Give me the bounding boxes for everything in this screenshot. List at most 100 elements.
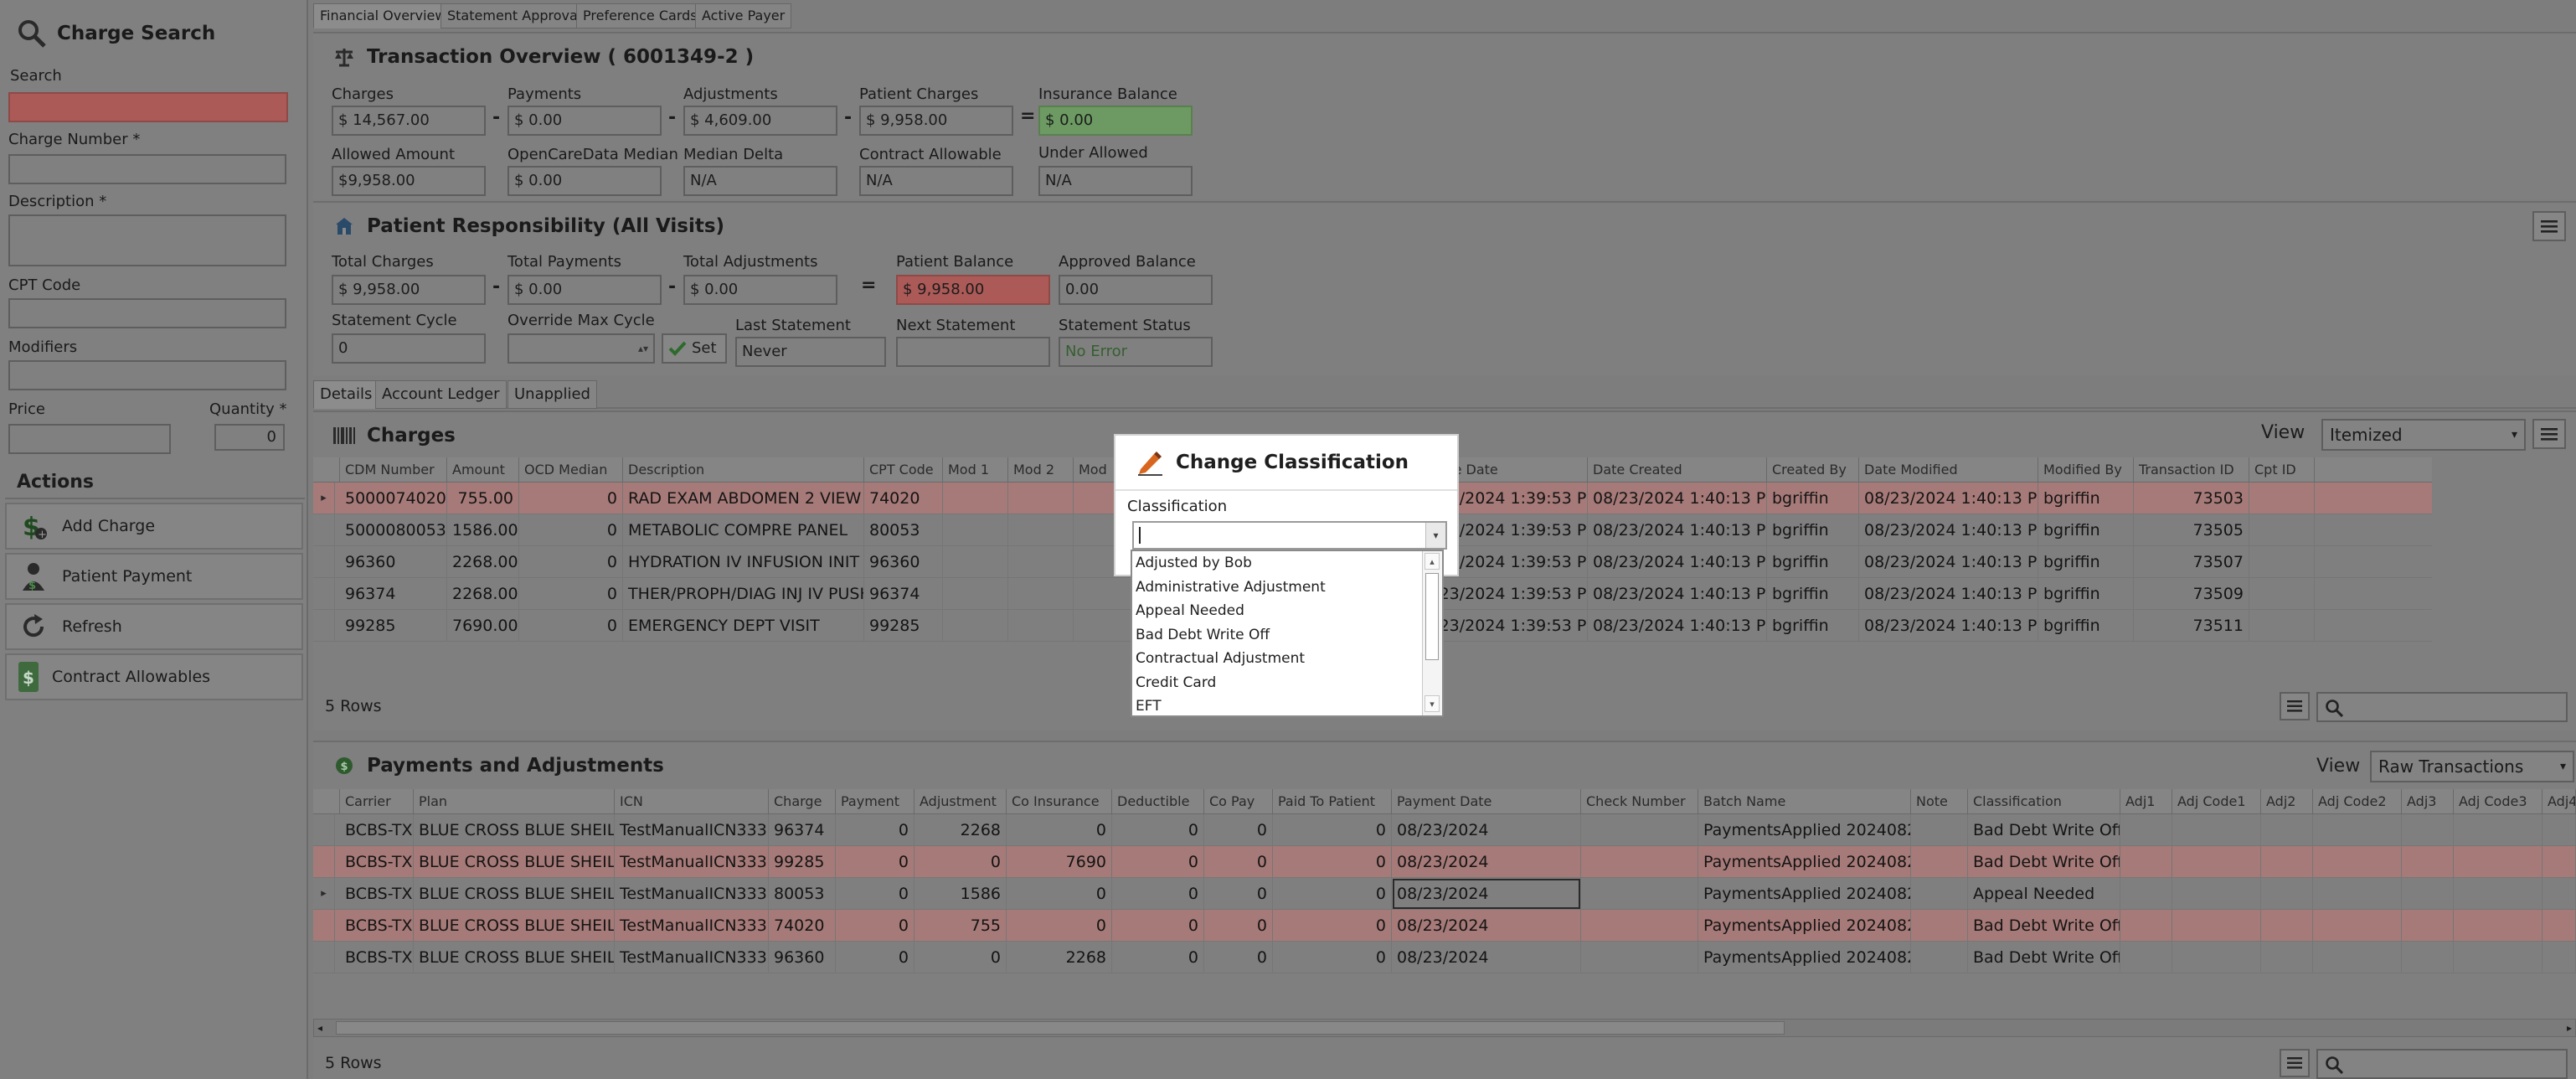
payments-view-select[interactable]: Raw Transactions ▾ [2370,751,2574,782]
col-adj-code2[interactable]: Adj Code2 [2313,789,2402,814]
responsibility-menu-button[interactable] [2532,211,2566,241]
description-input[interactable] [8,214,286,266]
statement-status-field[interactable]: No Error [1059,337,1213,367]
last-statement-field[interactable]: Never [735,337,886,367]
table-row[interactable]: BCBS-TX BLUE CROSS BLUE SHEILD TestManualI… [313,910,2576,942]
ocd-median-field[interactable]: $ 0.00 [507,166,662,196]
chevron-down-icon[interactable]: ▾ [1425,523,1445,548]
payments-grid-menu-button[interactable] [2280,1049,2310,1077]
row-selector[interactable] [313,546,335,578]
option-credit-card[interactable]: Credit Card [1132,671,1422,694]
patient-charges-field[interactable]: $ 9,958.00 [859,106,1013,136]
cpt-code-input[interactable] [8,298,286,328]
col-paid-to-patient[interactable]: Paid To Patient [1273,789,1392,814]
col-adj4[interactable]: Adj4 [2543,789,2576,814]
col-adj-code3[interactable]: Adj Code3 [2454,789,2543,814]
tab-details[interactable]: Details [313,380,379,409]
charges-menu-button[interactable] [2532,419,2566,449]
row-selector[interactable] [313,942,335,973]
total-payments-field[interactable]: $ 0.00 [507,275,662,305]
row-selector[interactable] [313,814,335,846]
scroll-left-icon[interactable]: ◂ [317,1020,322,1036]
col-modified-by[interactable]: Modified By [2038,457,2134,483]
contract-allowable-field[interactable]: N/A [859,166,1013,196]
row-selector[interactable]: ▸ [313,878,335,910]
next-statement-field[interactable] [896,337,1050,367]
charges-field[interactable]: $ 14,567.00 [332,106,486,136]
tab-account-ledger[interactable]: Account Ledger [375,380,507,409]
scroll-right-icon[interactable]: ▸ [2567,1020,2572,1036]
row-selector[interactable] [313,610,335,642]
charges-search-input[interactable] [2316,692,2568,722]
tab-statement-approval[interactable]: Statement Approval [440,3,589,28]
col-adj1[interactable]: Adj1 [2120,789,2172,814]
table-row[interactable]: BCBS-TX BLUE CROSS BLUE SHEILD TestManualI… [313,942,2576,973]
col-payment[interactable]: Payment [836,789,914,814]
col-description[interactable]: Description [623,457,864,483]
option-eft[interactable]: EFT [1132,694,1422,718]
col-payment-date[interactable]: Payment Date [1392,789,1581,814]
patient-balance-field[interactable]: $ 9,958.00 [896,275,1050,305]
allowed-amount-field[interactable]: $9,958.00 [332,166,486,196]
quantity-stepper[interactable]: 0 [214,424,285,451]
row-selector[interactable] [313,578,335,610]
statement-cycle-field[interactable]: 0 [332,333,486,364]
contract-allowables-button[interactable]: $ Contract Allowables [5,653,303,700]
option-bad-debt-write-off[interactable]: Bad Debt Write Off [1132,623,1422,647]
total-adjustments-field[interactable]: $ 0.00 [683,275,837,305]
charge-number-input[interactable] [8,154,286,184]
col-carrier[interactable]: Carrier [340,789,414,814]
payments-horizontal-scrollbar[interactable]: ◂ ▸ [313,1019,2576,1037]
table-row[interactable]: ▸ BCBS-TX BLUE CROSS BLUE SHEILD TestManual… [313,878,2576,910]
col-cpt-id[interactable]: Cpt ID [2249,457,2315,483]
table-row[interactable]: BCBS-TX BLUE CROSS BLUE SHEILD TestManualI… [313,846,2576,878]
col-mod-2[interactable]: Mod 2 [1008,457,1074,483]
col-adj-code1[interactable]: Adj Code1 [2172,789,2261,814]
col-adjustment[interactable]: Adjustment [914,789,1007,814]
col-co-insurance[interactable]: Co Insurance [1007,789,1112,814]
col-icn[interactable]: ICN [615,789,769,814]
charges-grid-menu-button[interactable] [2280,692,2310,720]
payments-field[interactable]: $ 0.00 [507,106,662,136]
tab-active-payer[interactable]: Active Payer [695,3,792,28]
override-max-cycle-select[interactable]: ▴▾ [507,333,655,364]
col-mod-1[interactable]: Mod 1 [943,457,1008,483]
scroll-up-icon[interactable]: ▴ [1425,553,1440,570]
classification-combobox[interactable]: ▾ [1132,521,1447,550]
patient-payment-button[interactable]: $ Patient Payment [5,553,303,600]
add-charge-button[interactable]: $ + Add Charge [5,503,303,550]
option-adjusted-by-bob[interactable]: Adjusted by Bob [1132,551,1422,575]
col-transaction-id[interactable]: Transaction ID [2134,457,2249,483]
col-cdm-number[interactable]: CDM Number [340,457,447,483]
payments-search-input[interactable] [2316,1049,2568,1079]
col-adj2[interactable]: Adj2 [2261,789,2313,814]
option-appeal-needed[interactable]: Appeal Needed [1132,599,1422,622]
col-amount[interactable]: Amount [447,457,519,483]
scroll-down-icon[interactable]: ▾ [1425,695,1440,712]
row-selector[interactable] [313,910,335,942]
option-administrative-adjustment[interactable]: Administrative Adjustment [1132,576,1422,599]
col-deductible[interactable]: Deductible [1112,789,1204,814]
table-row[interactable]: BCBS-TX BLUE CROSS BLUE SHEILD TestManualI… [313,814,2576,846]
col-note[interactable]: Note [1911,789,1968,814]
col-ocd-median[interactable]: OCD Median [519,457,623,483]
search-input[interactable] [8,92,288,122]
col-co-pay[interactable]: Co Pay [1204,789,1273,814]
adjustments-field[interactable]: $ 4,609.00 [683,106,837,136]
set-button[interactable]: Set [662,333,727,364]
price-input[interactable] [8,424,171,454]
col-classification[interactable]: Classification [1968,789,2120,814]
col-charge[interactable]: Charge [769,789,836,814]
tab-unapplied[interactable]: Unapplied [507,380,597,409]
row-selector[interactable] [313,514,335,546]
approved-balance-field[interactable]: 0.00 [1059,275,1213,305]
scrollbar-thumb[interactable] [336,1021,1785,1035]
refresh-button[interactable]: Refresh [5,603,303,650]
tab-preference-cards[interactable]: Preference Cards [576,3,704,28]
modifiers-input[interactable] [8,360,286,390]
col-check-number[interactable]: Check Number [1581,789,1698,814]
option-contractual-adjustment[interactable]: Contractual Adjustment [1132,647,1422,670]
insurance-balance-field[interactable]: $ 0.00 [1038,106,1193,136]
median-delta-field[interactable]: N/A [683,166,837,196]
tab-financial-overview[interactable]: Financial Overview [313,3,453,28]
